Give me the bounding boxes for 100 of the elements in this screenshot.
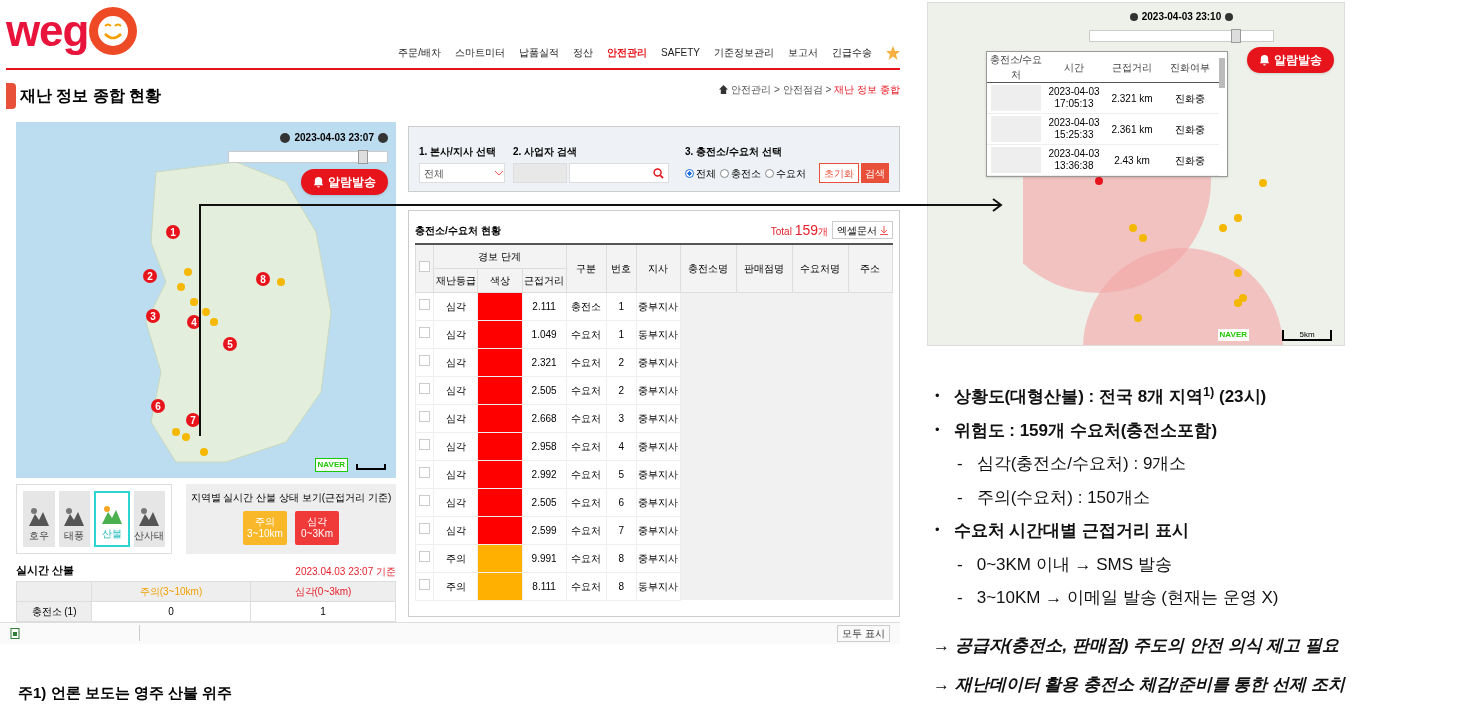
table-cell: 심각: [433, 432, 478, 460]
checkbox[interactable]: [419, 550, 430, 562]
column-header: 재난등급: [433, 268, 478, 292]
checkbox[interactable]: [419, 578, 430, 590]
summary-item: 0~3KM 이내 → SMS 발송: [976, 553, 1172, 576]
checkbox[interactable]: [419, 382, 430, 394]
column-header: 주의(3~10km): [91, 581, 251, 601]
table-cell: 주의: [433, 572, 478, 600]
radio-option[interactable]: 충전소: [720, 165, 761, 181]
site-dot[interactable]: [1259, 179, 1267, 187]
site-dot[interactable]: [1234, 299, 1242, 307]
nav-link[interactable]: 납품실적: [519, 45, 560, 60]
disaster-tab[interactable]: 태풍: [58, 491, 90, 547]
table-cell: 심각: [433, 348, 478, 376]
conclusion-text: → 재난데이터 활용 충전소 체감/준비를 통한 선제 조치: [933, 674, 1345, 696]
checkbox[interactable]: [419, 438, 430, 450]
disaster-tab[interactable]: 호우: [23, 491, 55, 547]
range-button[interactable]: 심각 0~3Km: [295, 511, 339, 545]
next-icon[interactable]: [378, 132, 388, 143]
alarm-button[interactable]: 알람발송: [301, 169, 388, 195]
site-dot[interactable]: [1134, 314, 1142, 322]
checkbox[interactable]: [419, 466, 430, 478]
fire-marker[interactable]: 6: [151, 399, 165, 413]
next-icon[interactable]: [1225, 12, 1234, 21]
nav-link[interactable]: 스마트미터: [455, 45, 506, 60]
site-dot[interactable]: [1129, 224, 1137, 232]
alarm-button[interactable]: 알람발송: [1247, 47, 1334, 73]
disaster-tab[interactable]: 산사태: [133, 491, 165, 547]
checkbox[interactable]: [419, 522, 430, 534]
input-field[interactable]: [513, 163, 567, 183]
checkbox[interactable]: [419, 260, 430, 272]
nav-link[interactable]: 주문/배차: [398, 45, 442, 60]
time-slider[interactable]: [228, 151, 388, 163]
breadcrumb-link[interactable]: 재난 정보 종합: [834, 82, 900, 97]
download-item[interactable]: [10, 625, 140, 641]
site-dot[interactable]: [1239, 294, 1247, 302]
search-field[interactable]: [569, 163, 669, 183]
table-cell: 중부지사: [636, 432, 681, 460]
fire-marker[interactable]: 3: [146, 309, 160, 323]
nav-link[interactable]: SAFETY: [661, 45, 700, 60]
table-cell: 주의: [433, 544, 478, 572]
slider-thumb[interactable]: [358, 150, 369, 164]
table-cell: 충전소: [566, 292, 607, 320]
table-cell: 2023-04-03 13:36:38: [1045, 144, 1103, 176]
scrollbar[interactable]: [1219, 58, 1225, 88]
time-slider[interactable]: [1089, 30, 1274, 42]
nav-link[interactable]: 보고서: [788, 45, 818, 60]
branch-select[interactable]: 전체: [419, 163, 505, 183]
table-cell: 수요처: [566, 376, 607, 404]
search-button[interactable]: 검색: [861, 163, 889, 183]
home-icon[interactable]: [719, 85, 729, 94]
slider-thumb[interactable]: [1231, 29, 1242, 43]
column-header: 번호: [606, 244, 637, 292]
nav-link[interactable]: 정산: [573, 45, 594, 60]
table-cell: 8.111: [522, 572, 567, 600]
collapse-tab[interactable]: [6, 83, 16, 109]
site-dot[interactable]: [1234, 214, 1242, 222]
table-cell: 심각: [433, 320, 478, 348]
column-header: 충전소명: [680, 244, 737, 292]
hazard-icon: [62, 506, 87, 528]
breadcrumb-link[interactable]: 안전점검 >: [782, 82, 832, 97]
site-dot[interactable]: [1139, 234, 1147, 242]
logo[interactable]: weg: [6, 6, 139, 56]
show-all-button[interactable]: 모두 표시: [837, 624, 890, 642]
reset-button[interactable]: 초기화: [819, 163, 859, 183]
checkbox[interactable]: [419, 354, 430, 366]
table-cell: 수요처: [566, 432, 607, 460]
checkbox[interactable]: [419, 494, 430, 506]
table-cell: 7: [606, 516, 637, 544]
checkbox[interactable]: [419, 410, 430, 422]
table-cell: 2: [606, 376, 637, 404]
fire-marker[interactable]: 2: [143, 269, 157, 283]
prev-icon[interactable]: [1129, 12, 1138, 21]
dash-mark: -: [957, 587, 963, 609]
map-datetime: 2023-04-03 23:10: [1141, 10, 1222, 24]
hazard-icon: [137, 506, 162, 528]
table-cell: 심각: [433, 488, 478, 516]
table-cell: 심각: [433, 376, 478, 404]
dash-mark: -: [957, 453, 963, 475]
table-cell: 수요처: [566, 320, 607, 348]
radio-option[interactable]: 전체: [685, 165, 716, 181]
fire-point[interactable]: [1095, 177, 1103, 185]
breadcrumb-link[interactable]: 안전관리 >: [731, 82, 780, 97]
star-icon[interactable]: [886, 45, 900, 60]
nav-link[interactable]: 긴급수송: [832, 45, 872, 60]
excel-button[interactable]: 엑셀문서: [832, 221, 893, 239]
column-header: 구분: [566, 244, 607, 292]
checkbox[interactable]: [419, 298, 430, 310]
nav-link[interactable]: 기준정보관리: [714, 45, 774, 60]
site-dot[interactable]: [1219, 224, 1227, 232]
summary-item: 주의(수요처) : 150개소: [976, 486, 1150, 509]
radio-option[interactable]: 수요처: [765, 165, 806, 181]
summary-heading: 상황도(대형산불) : 전국 8개 지역$^{1)}$ (23시): [953, 384, 1267, 408]
site-dot[interactable]: [1234, 269, 1242, 277]
nav-link[interactable]: 안전관리: [607, 45, 648, 60]
field-label: 3. 충전소/수요처 선택: [685, 145, 783, 159]
column-header: 진화여부: [1161, 52, 1219, 83]
prev-icon[interactable]: [280, 132, 291, 143]
footnote: 주1) 언론 보도는 영주 산불 위주: [18, 682, 234, 703]
checkbox[interactable]: [419, 326, 430, 338]
